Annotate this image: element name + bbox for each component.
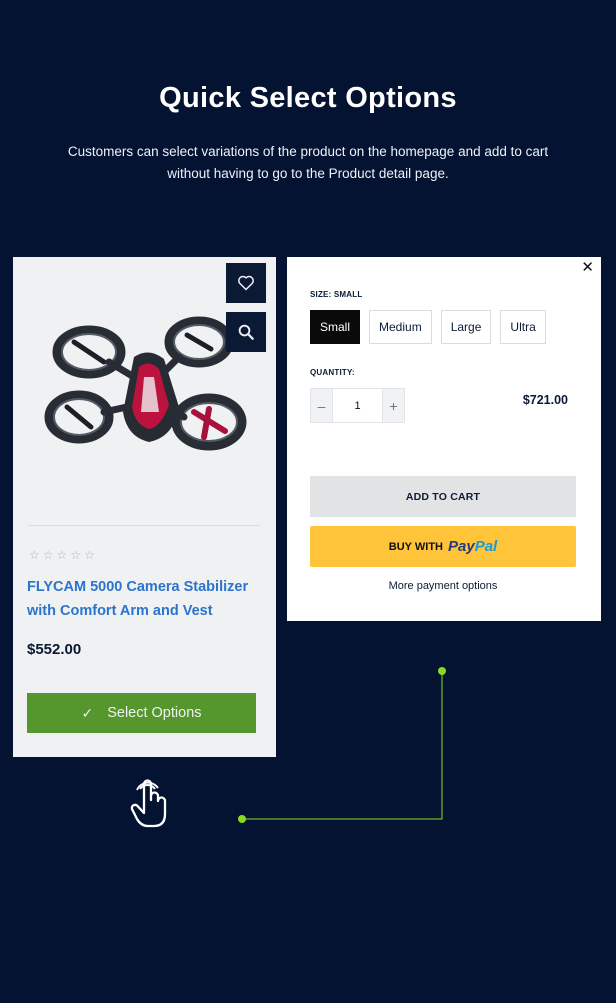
check-icon: ✓ bbox=[81, 705, 94, 721]
select-options-label: Select Options bbox=[107, 705, 202, 721]
paypal-logo: PayPal bbox=[447, 538, 498, 555]
connector-dot-top bbox=[438, 667, 446, 675]
size-label: SIZE: SMALL bbox=[310, 290, 363, 299]
drone-image[interactable] bbox=[39, 297, 254, 477]
product-price: $552.00 bbox=[27, 641, 82, 658]
product-name-link[interactable]: FLYCAM 5000 Camera Stabilizer with Comfo… bbox=[27, 575, 267, 623]
quick-select-popup: ✕ SIZE: SMALL Small Medium Large Ultra Q… bbox=[287, 257, 601, 621]
more-payment-options-link[interactable]: More payment options bbox=[310, 580, 576, 592]
rating-stars: ☆ ☆ ☆ ☆ ☆ bbox=[29, 547, 95, 563]
pointer-hand-icon bbox=[130, 779, 167, 828]
star-icon: ☆ bbox=[56, 548, 68, 562]
star-icon: ☆ bbox=[70, 548, 82, 562]
close-icon[interactable]: ✕ bbox=[581, 258, 594, 276]
search-icon bbox=[238, 324, 254, 340]
size-option-small[interactable]: Small bbox=[310, 310, 361, 344]
size-option-medium[interactable]: Medium bbox=[369, 310, 432, 344]
paypal-button[interactable]: BUY WITH PayPal bbox=[310, 526, 576, 567]
select-options-button[interactable]: ✓ Select Options bbox=[27, 693, 256, 733]
variant-price: $721.00 bbox=[522, 393, 568, 407]
connector-dot-bottom bbox=[238, 815, 246, 823]
heart-icon bbox=[238, 275, 254, 291]
quantity-stepper: – 1 + bbox=[310, 388, 405, 423]
quantity-input[interactable]: 1 bbox=[333, 388, 382, 423]
buy-with-label: BUY WITH bbox=[388, 540, 443, 553]
quantity-increase-button[interactable]: + bbox=[382, 388, 405, 423]
section-title: Quick Select Options bbox=[159, 82, 457, 114]
size-option-large[interactable]: Large bbox=[440, 310, 492, 344]
star-icon: ☆ bbox=[84, 548, 95, 562]
product-card: ☆ ☆ ☆ ☆ ☆ FLYCAM 5000 Camera Stabilizer … bbox=[13, 257, 276, 757]
quantity-label: QUANTITY: bbox=[310, 368, 355, 377]
quick-view-button[interactable] bbox=[226, 312, 266, 352]
add-to-cart-button[interactable]: ADD TO CART bbox=[310, 476, 576, 517]
quantity-decrease-button[interactable]: – bbox=[310, 388, 333, 423]
star-icon: ☆ bbox=[29, 548, 40, 562]
section-subtitle: Customers can select variations of the p… bbox=[67, 144, 549, 181]
size-options: Small Medium Large Ultra bbox=[310, 310, 546, 344]
size-option-ultra[interactable]: Ultra bbox=[500, 310, 546, 344]
wishlist-button[interactable] bbox=[226, 263, 266, 303]
card-divider bbox=[28, 525, 260, 526]
star-icon: ☆ bbox=[42, 548, 54, 562]
